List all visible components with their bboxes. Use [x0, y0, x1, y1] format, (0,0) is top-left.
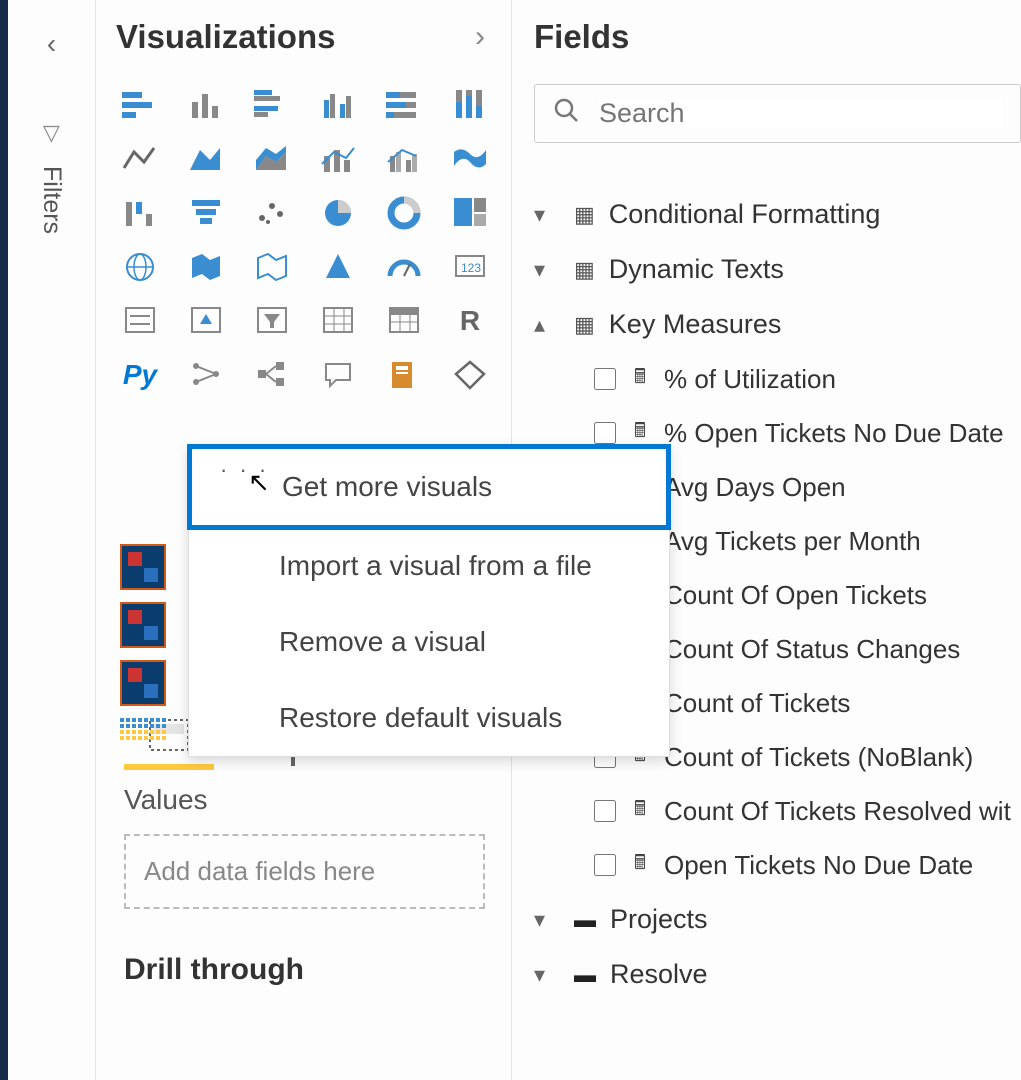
drill-through-label: Drill through — [124, 953, 503, 987]
table-icon: ▦ — [574, 312, 595, 338]
field-checkbox[interactable] — [594, 422, 616, 444]
table-dynamic-texts[interactable]: ▾ ▦ Dynamic Texts — [534, 242, 1021, 297]
menu-get-more-visuals[interactable]: · · · ↖ Get more visuals — [187, 444, 671, 530]
table-key-measures[interactable]: ▴ ▦ Key Measures — [534, 297, 1021, 352]
table-icon[interactable] — [316, 302, 360, 340]
menu-remove-visual[interactable]: Remove a visual — [189, 604, 669, 680]
values-label: Values — [124, 784, 503, 816]
collapse-chevron-icon[interactable]: ‹ — [47, 28, 56, 60]
custom-visual-2-icon[interactable] — [120, 602, 166, 648]
table-icon: ▦ — [574, 202, 595, 228]
gauge-icon[interactable] — [382, 248, 426, 286]
slicer-icon[interactable] — [250, 302, 294, 340]
arcgis-icon[interactable] — [448, 356, 492, 394]
paginated-report-icon[interactable] — [382, 356, 426, 394]
matrix-icon[interactable] — [382, 302, 426, 340]
table-conditional-formatting[interactable]: ▾ ▦ Conditional Formatting — [534, 187, 1021, 242]
search-icon — [553, 97, 579, 130]
chevron-down-icon: ▾ — [534, 962, 560, 988]
measure-icon: 🖩 — [634, 362, 646, 396]
app-edge — [0, 0, 8, 1080]
hundred-stacked-bar-icon[interactable] — [382, 86, 426, 124]
visualizations-title: Visualizations — [116, 18, 335, 56]
treemap-icon[interactable] — [448, 194, 492, 232]
kpi-icon[interactable] — [184, 302, 228, 340]
area-chart-icon[interactable] — [184, 140, 228, 178]
qna-icon[interactable] — [316, 356, 360, 394]
svg-text:123: 123 — [461, 261, 481, 275]
fields-search[interactable] — [534, 84, 1021, 143]
ribbon-chart-icon[interactable] — [448, 140, 492, 178]
menu-import-visual-file[interactable]: Import a visual from a file — [189, 528, 669, 604]
field-count-tickets-resolved[interactable]: 🖩Count Of Tickets Resolved wit — [594, 784, 1021, 838]
multirow-card-icon[interactable] — [118, 302, 162, 340]
filters-rail: ‹ ▽ Filters — [8, 0, 96, 1080]
pie-chart-icon[interactable] — [316, 194, 360, 232]
stacked-area-icon[interactable] — [250, 140, 294, 178]
table-projects[interactable]: ▾ ▬ Projects — [534, 892, 1021, 947]
scatter-icon[interactable] — [250, 194, 294, 232]
clustered-column-icon[interactable] — [316, 86, 360, 124]
hundred-stacked-column-icon[interactable] — [448, 86, 492, 124]
ellipsis-icon: · · · — [220, 457, 269, 483]
chevron-down-icon: ▾ — [534, 202, 560, 228]
line-clustered-column-icon[interactable] — [382, 140, 426, 178]
values-fieldwell[interactable]: Add data fields here — [124, 834, 485, 909]
field-checkbox[interactable] — [594, 368, 616, 390]
r-visual-icon[interactable]: R — [448, 302, 492, 340]
custom-visual-1-icon[interactable] — [120, 544, 166, 590]
field-open-tickets-no-due[interactable]: 🖩Open Tickets No Due Date — [594, 838, 1021, 892]
waterfall-icon[interactable] — [118, 194, 162, 232]
stacked-column-icon[interactable] — [184, 86, 228, 124]
measure-icon: 🖩 — [634, 848, 646, 882]
clustered-bar-icon[interactable] — [250, 86, 294, 124]
table-resolve[interactable]: ▾ ▬ Resolve — [534, 947, 1021, 1002]
donut-chart-icon[interactable] — [382, 194, 426, 232]
chevron-down-icon: ▾ — [534, 257, 560, 283]
funnel-chart-icon[interactable] — [184, 194, 228, 232]
expand-chevron-icon[interactable]: › — [475, 20, 485, 54]
custom-visual-4-icon[interactable] — [120, 718, 166, 758]
stacked-bar-icon[interactable] — [118, 86, 162, 124]
measure-icon: 🖩 — [634, 794, 646, 828]
visuals-context-menu: · · · ↖ Get more visuals Import a visual… — [188, 445, 670, 757]
filters-label[interactable]: Filters — [37, 166, 66, 234]
card-icon[interactable]: 123 — [448, 248, 492, 286]
filled-map-icon[interactable] — [184, 248, 228, 286]
chevron-down-icon: ▾ — [534, 907, 560, 933]
filter-icon: ▽ — [43, 120, 60, 146]
map-icon[interactable] — [118, 248, 162, 286]
custom-visual-3-icon[interactable] — [120, 660, 166, 706]
fields-title: Fields — [534, 18, 1021, 84]
field-checkbox[interactable] — [594, 800, 616, 822]
field-pct-utilization[interactable]: 🖩% of Utilization — [594, 352, 1021, 406]
visual-picker-grid: 123 R Py — [116, 86, 503, 394]
search-input[interactable] — [599, 98, 1002, 129]
chevron-up-icon: ▴ — [534, 312, 560, 338]
folder-icon: ▬ — [574, 962, 596, 988]
key-influencers-icon[interactable] — [184, 356, 228, 394]
visualizations-pane: Visualizations › 123 R Py — [96, 0, 512, 1080]
decomposition-tree-icon[interactable] — [250, 356, 294, 394]
line-stacked-column-icon[interactable] — [316, 140, 360, 178]
field-checkbox[interactable] — [594, 854, 616, 876]
menu-restore-default-visuals[interactable]: Restore default visuals — [189, 680, 669, 756]
table-icon: ▦ — [574, 257, 595, 283]
shape-map-icon[interactable] — [250, 248, 294, 286]
line-chart-icon[interactable] — [118, 140, 162, 178]
azure-map-icon[interactable] — [316, 248, 360, 286]
python-visual-icon[interactable]: Py — [118, 356, 162, 394]
folder-icon: ▬ — [574, 907, 596, 933]
